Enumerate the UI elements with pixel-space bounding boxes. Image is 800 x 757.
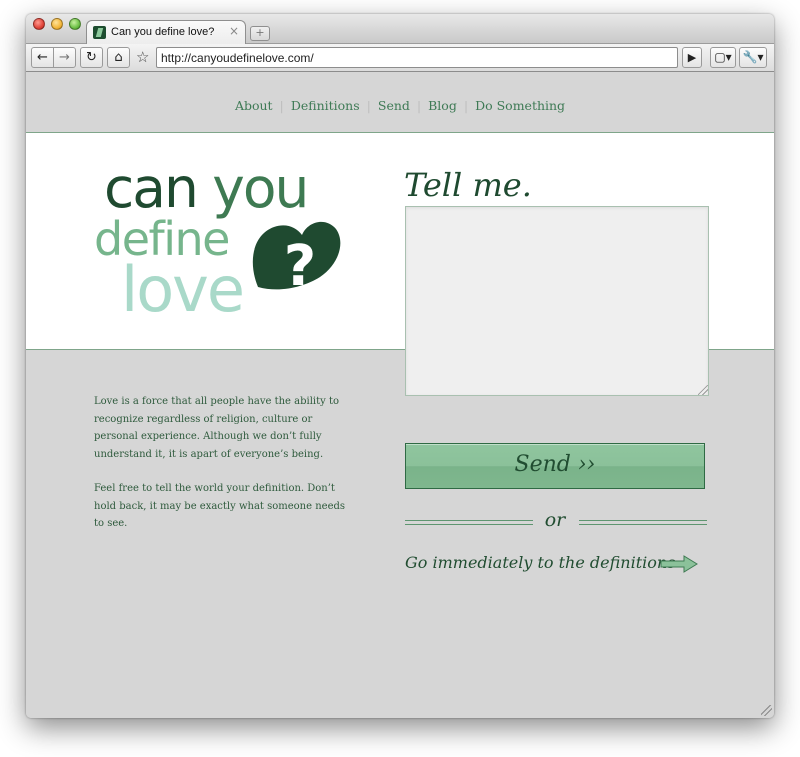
page-menu-button[interactable]: ▢▾ xyxy=(710,47,736,68)
logo-word-love: love xyxy=(121,253,245,326)
page-content: About | Definitions | Send | Blog | Do S… xyxy=(26,73,774,718)
address-bar[interactable] xyxy=(156,47,678,68)
intro-paragraph: Love is a force that all people have the… xyxy=(94,396,339,460)
arrow-right-icon[interactable] xyxy=(660,555,698,573)
logo-word-can: can xyxy=(104,156,199,220)
nav-item-send[interactable]: Send xyxy=(378,98,410,113)
wrench-menu-button[interactable]: 🔧▾ xyxy=(739,47,767,68)
or-label: or xyxy=(544,509,566,531)
divider-line xyxy=(405,520,533,525)
home-button[interactable]: ⌂ xyxy=(107,47,130,68)
go-button[interactable]: ▶ xyxy=(682,47,702,68)
logo-word-you: you xyxy=(212,156,309,220)
nav-separator: | xyxy=(416,99,422,113)
forward-button[interactable]: → xyxy=(53,47,76,68)
browser-toolbar: ← → ↻ ⌂ ☆ ▶ ▢▾ 🔧▾ xyxy=(26,44,774,72)
window-resize-grip[interactable] xyxy=(761,705,772,716)
nav-item-blog[interactable]: Blog xyxy=(428,98,457,113)
go-to-definitions-link[interactable]: Go immediately to the definitions xyxy=(405,553,675,572)
divider-line xyxy=(579,520,707,525)
back-button[interactable]: ← xyxy=(31,47,54,68)
tab-title: Can you define love? xyxy=(111,26,215,38)
new-tab-button[interactable]: + xyxy=(250,26,270,41)
send-button[interactable]: Send ›› xyxy=(405,443,705,489)
close-window-button[interactable] xyxy=(33,18,45,30)
minimize-window-button[interactable] xyxy=(51,18,63,30)
heart-question-icon: ? xyxy=(252,221,341,299)
reload-button[interactable]: ↻ xyxy=(80,47,103,68)
nav-separator: | xyxy=(366,99,371,113)
heart-question-mark: ? xyxy=(284,234,316,299)
tab-close-icon[interactable]: × xyxy=(229,24,239,38)
maximize-window-button[interactable] xyxy=(69,18,81,30)
browser-window: Can you define love? × + ← → ↻ ⌂ ☆ ▶ ▢▾ … xyxy=(26,14,774,718)
title-bar: Can you define love? × + xyxy=(26,14,774,45)
nav-separator: | xyxy=(463,99,468,113)
definition-textarea[interactable] xyxy=(405,206,709,396)
nav-item-do-something[interactable]: Do Something xyxy=(475,98,565,113)
site-favicon-icon xyxy=(93,26,106,39)
intro-paragraph: Feel free to tell the world your definit… xyxy=(94,483,346,529)
nav-separator: | xyxy=(279,99,284,113)
nav-item-about[interactable]: About xyxy=(235,98,273,113)
form-heading: Tell me. xyxy=(404,166,532,204)
textarea-resize-grip[interactable] xyxy=(698,385,708,395)
site-nav: About | Definitions | Send | Blog | Do S… xyxy=(26,73,774,132)
bookmark-star-icon[interactable]: ☆ xyxy=(136,48,149,66)
nav-item-definitions[interactable]: Definitions xyxy=(291,98,360,113)
logo-line-can-you: can you xyxy=(104,161,309,216)
intro-text: Love is a force that all people have the… xyxy=(94,393,350,550)
browser-tab[interactable]: Can you define love? × xyxy=(86,20,246,45)
